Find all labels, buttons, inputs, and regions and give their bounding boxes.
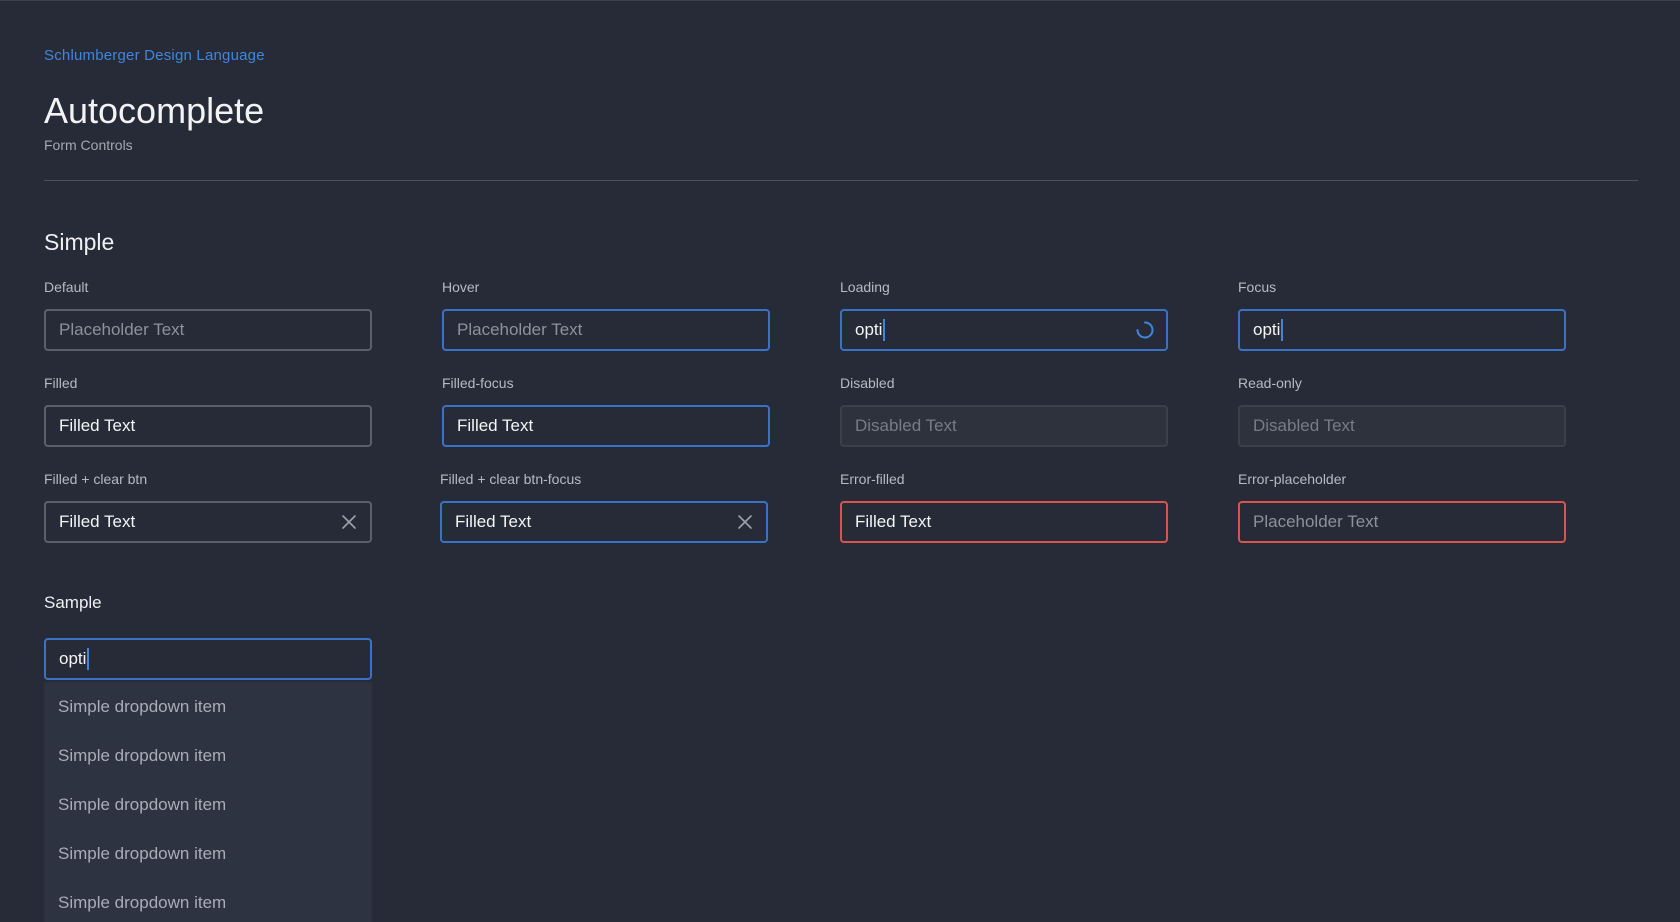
input-value: opti (59, 649, 87, 668)
hover-input[interactable]: Placeholder Text (442, 309, 770, 351)
page-title: Autocomplete (44, 90, 265, 131)
filled-clear-input[interactable]: Filled Text (44, 501, 372, 543)
section-heading-sample: Sample (44, 593, 102, 612)
input-value: opti (1253, 320, 1281, 339)
page-subtitle: Form Controls (44, 137, 133, 153)
field-label: Loading (840, 279, 890, 295)
cell-read-only: Read-only Disabled Text (1238, 373, 1566, 447)
input-value: Filled Text (455, 512, 532, 531)
filled-focus-input[interactable]: Filled Text (442, 405, 770, 447)
spinner-icon (1136, 321, 1154, 339)
input-value: Filled Text (59, 416, 136, 435)
cell-error-filled: Error-filled Filled Text (840, 469, 1168, 543)
cell-loading: Loading opti (840, 277, 1168, 351)
text-caret (883, 319, 885, 341)
field-label: Disabled (840, 375, 895, 391)
cell-hover: Hover Placeholder Text (442, 277, 770, 351)
field-label: Focus (1238, 279, 1277, 295)
error-filled-input[interactable]: Filled Text (840, 501, 1168, 543)
close-icon[interactable] (736, 513, 754, 531)
cell-filled-focus: Filled-focus Filled Text (442, 373, 770, 447)
field-label: Hover (442, 279, 480, 295)
cell-default: Default Placeholder Text (44, 277, 372, 351)
input-value: opti (855, 320, 883, 339)
filled-input[interactable]: Filled Text (44, 405, 372, 447)
input-placeholder: Placeholder Text (457, 320, 583, 339)
field-label: Filled (44, 375, 78, 391)
section-heading-simple: Simple (44, 229, 115, 255)
field-label: Error-filled (840, 471, 905, 487)
header-divider (44, 180, 1638, 181)
brand-link[interactable]: Schlumberger Design Language (44, 47, 265, 64)
field-label: Filled-focus (442, 375, 514, 391)
default-input[interactable]: Placeholder Text (44, 309, 372, 351)
loading-input[interactable]: opti (840, 309, 1168, 351)
dropdown-item[interactable]: Simple dropdown item (44, 731, 372, 780)
field-label: Read-only (1238, 375, 1302, 391)
autocomplete-dropdown: Simple dropdown item Simple dropdown ite… (44, 682, 372, 922)
filled-clear-focus-input[interactable]: Filled Text (440, 501, 768, 543)
text-caret (87, 648, 89, 670)
page: Schlumberger Design Language Autocomplet… (44, 1, 1638, 922)
input-placeholder: Placeholder Text (59, 320, 185, 339)
text-caret (1281, 319, 1283, 341)
input-value: Filled Text (59, 512, 136, 531)
dropdown-item[interactable]: Simple dropdown item (44, 829, 372, 878)
focus-input[interactable]: opti (1238, 309, 1566, 351)
cell-filled-clear-focus: Filled + clear btn-focus Filled Text (440, 469, 768, 543)
field-label: Error-placeholder (1238, 471, 1347, 487)
read-only-input: Disabled Text (1238, 405, 1566, 447)
field-label: Default (44, 279, 89, 295)
dropdown-item[interactable]: Simple dropdown item (44, 682, 372, 731)
cell-filled-clear: Filled + clear btn Filled Text (44, 469, 372, 543)
input-value: Disabled Text (855, 416, 957, 435)
dropdown-item[interactable]: Simple dropdown item (44, 780, 372, 829)
dropdown-item[interactable]: Simple dropdown item (44, 878, 372, 922)
error-placeholder-input[interactable]: Placeholder Text (1238, 501, 1566, 543)
field-label: Filled + clear btn (44, 471, 148, 487)
sample-autocomplete: opti Simple dropdown item Simple dropdow… (44, 626, 372, 922)
close-icon[interactable] (340, 513, 358, 531)
cell-focus: Focus opti (1238, 277, 1566, 351)
cell-filled: Filled Filled Text (44, 373, 372, 447)
field-label: Filled + clear btn-focus (440, 471, 582, 487)
cell-disabled: Disabled Disabled Text (840, 373, 1168, 447)
cell-error-placeholder: Error-placeholder Placeholder Text (1238, 469, 1566, 543)
input-value: Filled Text (457, 416, 534, 435)
input-value: Filled Text (855, 512, 932, 531)
input-value: Disabled Text (1253, 416, 1355, 435)
disabled-input: Disabled Text (840, 405, 1168, 447)
input-placeholder: Placeholder Text (1253, 512, 1379, 531)
sample-input[interactable]: opti (44, 638, 372, 680)
